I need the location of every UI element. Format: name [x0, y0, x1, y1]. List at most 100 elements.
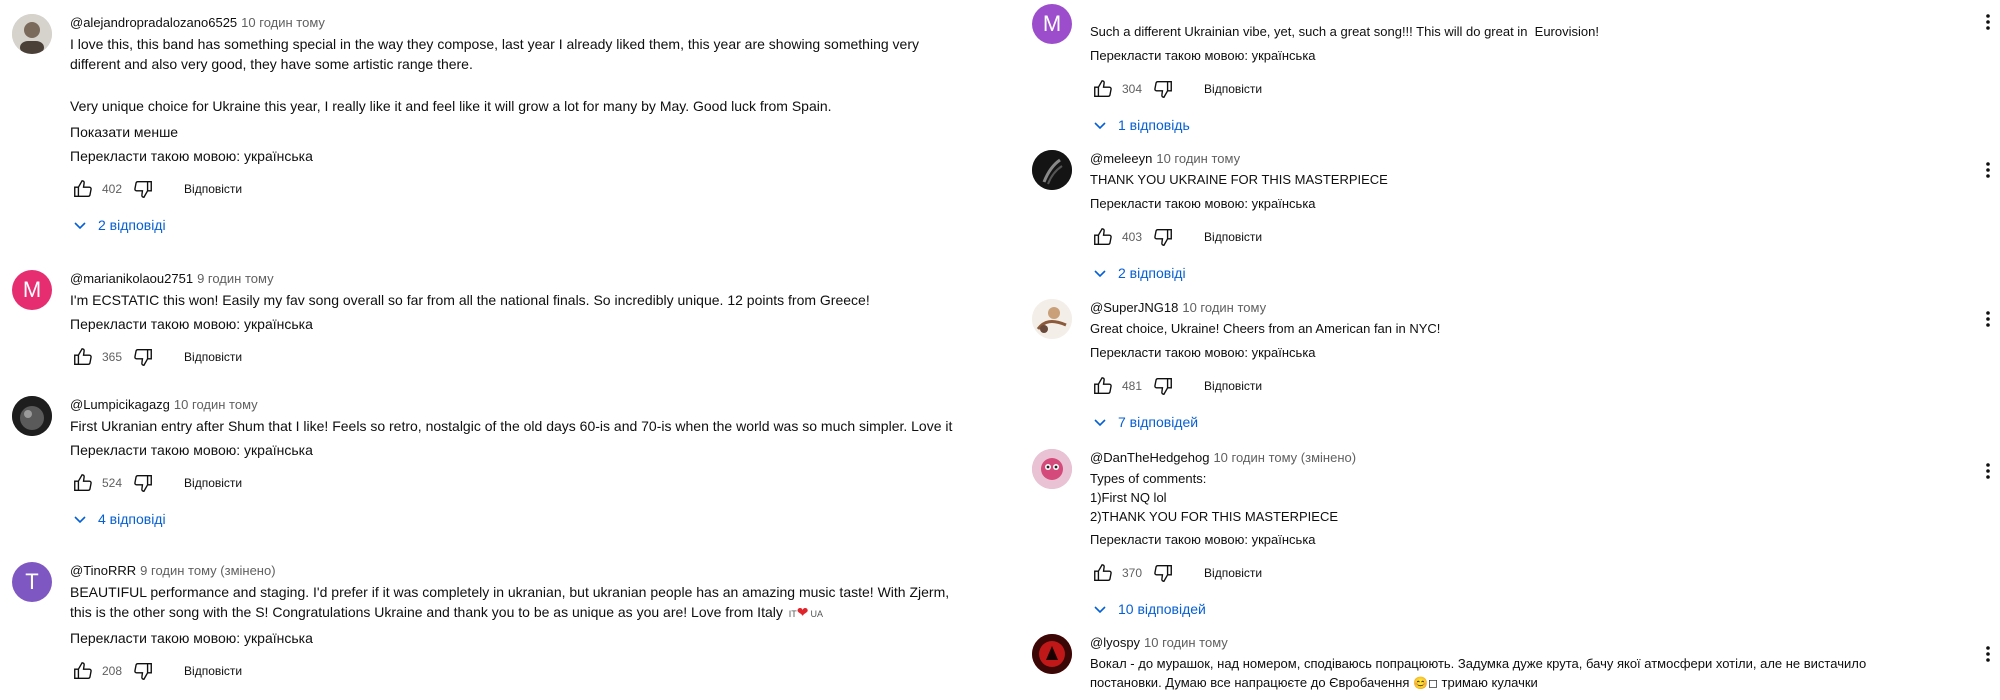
thumbs-down-icon: [1154, 377, 1172, 395]
reply-button[interactable]: Відповісти: [1204, 82, 1262, 96]
reply-button[interactable]: Відповісти: [184, 476, 242, 490]
more-actions-button[interactable]: [1976, 459, 2000, 483]
comment-text: I love this, this band has something spe…: [70, 34, 970, 116]
avatar[interactable]: [1032, 449, 1072, 489]
translate-link[interactable]: Перекласти такою мовою: українська: [70, 628, 970, 648]
translate-link[interactable]: Перекласти такою мовою: українська: [70, 314, 970, 334]
flag-ua: UA: [810, 609, 823, 619]
comment-author[interactable]: @meleeyn: [1090, 151, 1152, 166]
comment-header: @TinoRRR 9 годин тому (змінено): [70, 562, 970, 580]
dislike-button[interactable]: [1150, 560, 1176, 586]
comment-thread: @alejandropradalozano6525 10 годин тому I…: [0, 14, 1010, 233]
translate-link[interactable]: Перекласти такою мовою: українська: [1090, 46, 1940, 66]
replies-count: 1 відповідь: [1118, 117, 1190, 133]
replies-count: 4 відповіді: [98, 511, 166, 527]
view-replies-button[interactable]: 2 відповіді: [72, 214, 970, 236]
avatar[interactable]: [12, 14, 52, 54]
comment-author[interactable]: @TinoRRR: [70, 563, 136, 578]
comment-thread: @DanTheHedgehog 10 годин тому (змінено) T…: [1030, 449, 2000, 619]
thumbs-down-icon: [134, 348, 152, 366]
dislike-button[interactable]: [130, 344, 156, 370]
comment-time[interactable]: 10 годин тому: [1182, 300, 1266, 315]
dislike-button[interactable]: [1150, 76, 1176, 102]
comment-time[interactable]: 9 годин тому (змінено): [140, 563, 275, 578]
comment-text: I'm ECSTATIC this won! Easily my fav son…: [70, 290, 970, 310]
heart-icon: ❤: [796, 604, 809, 620]
avatar[interactable]: M: [1032, 4, 1072, 44]
more-actions-button[interactable]: [1976, 642, 2000, 666]
like-button[interactable]: [70, 658, 96, 684]
comment-body: @alejandropradalozano6525 10 годин тому I…: [70, 14, 970, 236]
comment-header: @lyospy 10 годин тому: [1090, 634, 1940, 652]
translate-link[interactable]: Перекласти такою мовою: українська: [1090, 530, 1940, 550]
comment-thread: T @TinoRRR 9 годин тому (змінено) BEAUTIF…: [0, 562, 1010, 700]
like-button[interactable]: [70, 176, 96, 202]
view-replies-button[interactable]: 2 відповіді: [1092, 262, 1940, 284]
like-button[interactable]: [1090, 76, 1116, 102]
comment-body: @TinoRRR 9 годин тому (змінено) BEAUTIFUL…: [70, 562, 970, 686]
more-actions-button[interactable]: [1976, 10, 2000, 34]
comment-time[interactable]: 10 годин тому: [241, 15, 325, 30]
dislike-button[interactable]: [130, 176, 156, 202]
avatar[interactable]: T: [12, 562, 52, 602]
more-actions-button[interactable]: [1976, 307, 2000, 331]
translate-link[interactable]: Перекласти такою мовою: українська: [70, 146, 970, 166]
reply-button[interactable]: Відповісти: [184, 350, 242, 364]
translate-link[interactable]: Перекласти такою мовою: українська: [70, 440, 970, 460]
view-replies-button[interactable]: 10 відповідей: [1092, 598, 1940, 620]
reply-button[interactable]: Відповісти: [1204, 566, 1262, 580]
comment-thread: @lyospy 10 годин тому Вокал - до мурашок,…: [1030, 634, 2000, 700]
avatar[interactable]: [12, 396, 52, 436]
more-vert-icon: [1986, 646, 1990, 662]
view-replies-button[interactable]: 7 відповідей: [1092, 411, 1940, 433]
comment-body: @DanTheHedgehog 10 годин тому (змінено) T…: [1090, 449, 1940, 620]
comment-body: @marianikolaou2751 9 годин тому I'm ECSTA…: [70, 270, 970, 372]
like-button[interactable]: [1090, 560, 1116, 586]
comment-time[interactable]: 10 годин тому: [1144, 635, 1228, 650]
comment-paragraph: Types of comments: 1)First NQ lol 2)THAN…: [1090, 471, 1339, 524]
comment-time[interactable]: 10 годин тому: [1156, 151, 1240, 166]
comment-time[interactable]: 10 годин тому: [174, 397, 258, 412]
avatar[interactable]: [1032, 299, 1072, 339]
comment-author[interactable]: @Lumpicikagazg: [70, 397, 170, 412]
avatar[interactable]: [1032, 634, 1072, 674]
comment-author[interactable]: @marianikolaou2751: [70, 271, 193, 286]
comment-actions: 370 Відповісти: [1090, 558, 1940, 588]
avatar-letter: M: [1042, 11, 1062, 36]
like-button[interactable]: [70, 470, 96, 496]
like-button[interactable]: [70, 344, 96, 370]
view-replies-button[interactable]: 1 відповідь: [1092, 114, 1940, 136]
reply-button[interactable]: Відповісти: [184, 664, 242, 678]
more-actions-button[interactable]: [1976, 158, 2000, 182]
comment-thread: @SuperJNG18 10 годин тому Great choice, U…: [1030, 299, 2000, 430]
reply-button[interactable]: Відповісти: [1204, 379, 1262, 393]
comment-author[interactable]: @lyospy: [1090, 635, 1140, 650]
avatar-letter: M: [22, 277, 42, 302]
translate-link[interactable]: Перекласти такою мовою: українська: [1090, 194, 1940, 214]
dislike-button[interactable]: [1150, 224, 1176, 250]
reply-button[interactable]: Відповісти: [184, 182, 242, 196]
more-vert-icon: [1986, 162, 1990, 178]
like-button[interactable]: [1090, 373, 1116, 399]
translate-link[interactable]: Перекласти такою мовою: українська: [1090, 343, 1940, 363]
comment-time[interactable]: 9 годин тому: [197, 271, 274, 286]
avatar[interactable]: M: [12, 270, 52, 310]
show-less-button[interactable]: Показати менше: [70, 122, 970, 142]
comment-author[interactable]: @alejandropradalozano6525: [70, 15, 237, 30]
dislike-button[interactable]: [130, 470, 156, 496]
dislike-button[interactable]: [130, 658, 156, 684]
comment-text-tail: тримаю кулачки: [1441, 675, 1538, 690]
replies-count: 2 відповіді: [1118, 265, 1186, 281]
dislike-button[interactable]: [1150, 373, 1176, 399]
comment-author[interactable]: @SuperJNG18: [1090, 300, 1178, 315]
comment-actions: 365 Відповісти: [70, 342, 970, 372]
comment-header: @marianikolaou2751 9 годин тому: [70, 270, 970, 288]
reply-button[interactable]: Відповісти: [1204, 230, 1262, 244]
comment-author[interactable]: @DanTheHedgehog: [1090, 450, 1209, 465]
view-replies-button[interactable]: 4 відповіді: [72, 508, 970, 530]
comment-paragraph: BEAUTIFUL performance and staging. I'd p…: [70, 582, 970, 624]
like-button[interactable]: [1090, 224, 1116, 250]
avatar[interactable]: [1032, 150, 1072, 190]
comment-text: THANK YOU UKRAINE FOR THIS MASTERPIECE: [1090, 170, 1940, 190]
comment-time[interactable]: 10 годин тому (змінено): [1213, 450, 1356, 465]
